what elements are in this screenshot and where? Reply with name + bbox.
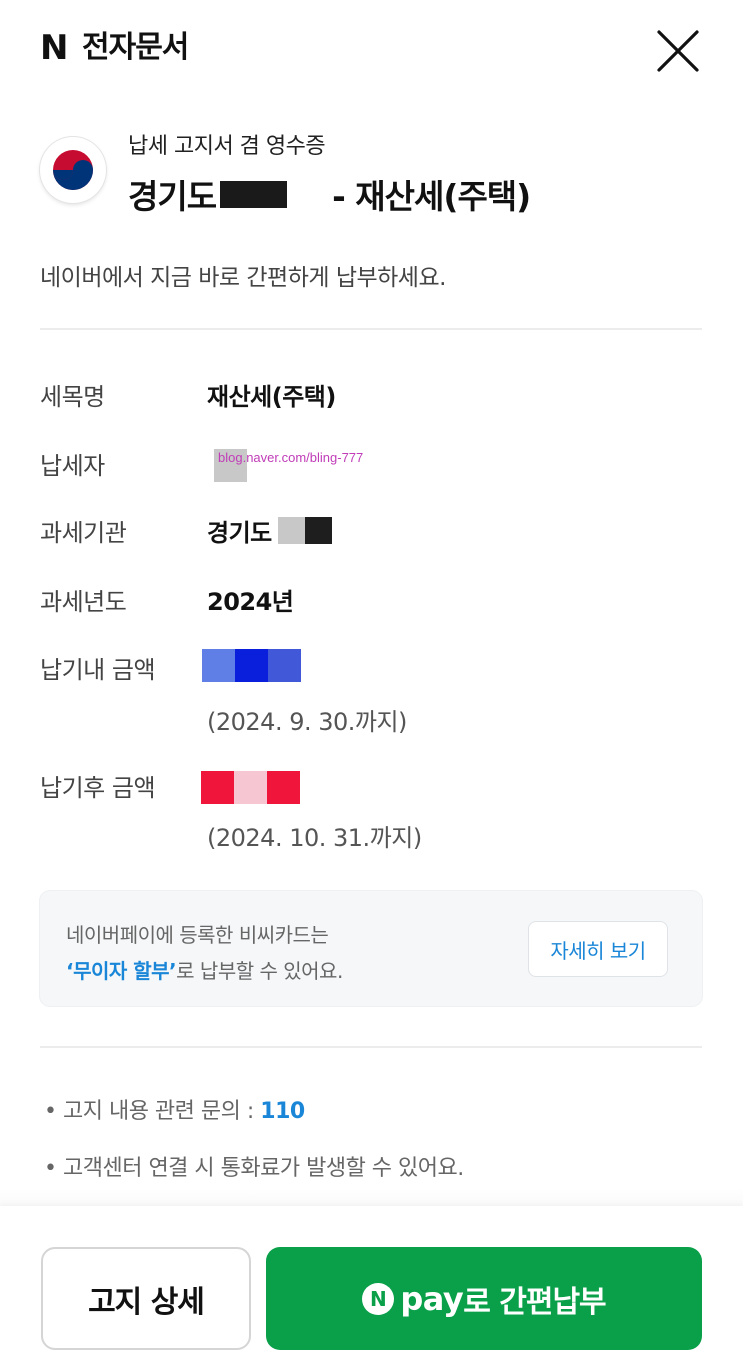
redacted-block xyxy=(201,771,234,804)
npay-logo-icon: N xyxy=(362,1282,395,1315)
inquiry-label: 고지 내용 관련 문의 : xyxy=(62,1099,261,1124)
title-suffix: - 재산세(주택) xyxy=(332,177,531,216)
call-fee-note: • 고객센터 연결 시 통화료가 발생할 수 있어요. xyxy=(44,1156,464,1181)
tax-item-label: 세목명 xyxy=(40,383,105,411)
redacted-block xyxy=(268,649,301,682)
title-prefix: 경기도 xyxy=(128,177,217,216)
redacted-block xyxy=(234,771,267,804)
document-title: 경기도 - 재산세(주택) xyxy=(128,170,531,218)
amount-before-due: (2024. 9. 30.까지) xyxy=(207,708,407,736)
pay-word: pay xyxy=(400,1279,464,1318)
redacted-block xyxy=(220,180,288,208)
promo-line-2-rest: 로 납부할 수 있어요. xyxy=(176,959,343,983)
redacted-block xyxy=(304,517,332,544)
tax-office-text: 경기도 xyxy=(207,519,272,547)
taegeuk-emblem-icon xyxy=(53,150,93,190)
promo-highlight: ‘무이자 할부’ xyxy=(66,959,177,983)
pay-button-label: 로 간편납부 xyxy=(463,1284,606,1320)
taxpayer-label: 납세자 xyxy=(40,452,105,480)
redacted-block xyxy=(235,649,268,682)
call-fee-text: 고객센터 연결 시 통화료가 발생할 수 있어요. xyxy=(62,1156,464,1181)
tax-year-value: 2024년 xyxy=(207,588,294,616)
page-title: 전자문서 xyxy=(82,30,189,65)
redacted-block xyxy=(202,649,235,682)
brand-header: N 전자문서 xyxy=(40,28,189,68)
amount-before-label: 납기내 금액 xyxy=(40,656,156,684)
amount-after-label: 납기후 금액 xyxy=(40,774,156,802)
subtitle: 네이버에서 지금 바로 간편하게 납부하세요. xyxy=(40,265,446,291)
watermark-text: blog.naver.com/bling-777 xyxy=(218,450,364,465)
npay-easy-payment-button[interactable]: N pay 로 간편납부 xyxy=(266,1247,702,1350)
government-emblem xyxy=(40,137,106,203)
redacted-block xyxy=(277,517,305,544)
notice-detail-button[interactable]: 고지 상세 xyxy=(41,1247,251,1350)
close-x-icon xyxy=(657,30,699,72)
tax-office-value: 경기도 xyxy=(207,513,332,548)
tax-year-label: 과세년도 xyxy=(40,588,127,616)
inquiry-number[interactable]: 110 xyxy=(260,1099,305,1124)
divider xyxy=(40,1046,702,1048)
see-details-button[interactable]: 자세히 보기 xyxy=(528,921,668,977)
close-button[interactable] xyxy=(655,28,701,74)
inquiry-note: • 고지 내용 관련 문의 : 110 xyxy=(44,1099,305,1124)
promo-line-1: 네이버페이에 등록한 비씨카드는 xyxy=(66,923,329,947)
divider xyxy=(40,328,702,330)
promo-line-2: ‘무이자 할부’로 납부할 수 있어요. xyxy=(66,955,343,984)
redacted-block xyxy=(267,771,300,804)
naver-logo-icon: N xyxy=(40,28,68,68)
tax-office-label: 과세기관 xyxy=(40,519,127,547)
amount-before-redacted xyxy=(202,649,301,682)
amount-after-due: (2024. 10. 31.까지) xyxy=(207,824,422,852)
amount-after-redacted xyxy=(201,771,300,804)
tax-item-value: 재산세(주택) xyxy=(207,383,336,411)
document-type: 납세 고지서 겸 영수증 xyxy=(128,134,326,159)
